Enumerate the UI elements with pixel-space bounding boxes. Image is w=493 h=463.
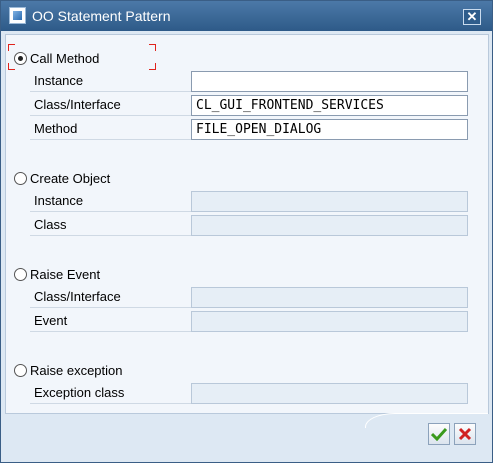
focus-bracket-bottom-right (149, 63, 156, 70)
pattern-options-panel: Call Method Instance Class/Interface CL_… (5, 34, 489, 414)
input-create-instance (191, 191, 468, 212)
label-exception-class: Exception class (30, 382, 192, 404)
input-create-class (191, 215, 468, 236)
dialog-footer (5, 413, 488, 459)
label-create-class: Class (30, 214, 192, 236)
radio-label-raise-event: Raise Event (30, 266, 101, 282)
radio-create-object[interactable]: Create Object (14, 169, 110, 187)
label-create-instance: Instance (30, 190, 192, 212)
radio-button-selected[interactable] (14, 51, 27, 65)
focus-bracket-top-right (149, 44, 156, 51)
label-call-method: Method (30, 118, 192, 140)
dialog-title: OO Statement Pattern (32, 8, 171, 24)
input-call-instance[interactable] (191, 71, 468, 92)
radio-raise-event[interactable]: Raise Event (14, 265, 100, 283)
label-event: Event (30, 310, 192, 332)
dialog-window: OO Statement Pattern ✕ Call Method Insta… (0, 0, 493, 463)
close-button[interactable]: ✕ (463, 9, 481, 25)
radio-button[interactable] (14, 363, 27, 377)
sap-window-icon (9, 7, 26, 24)
radio-button[interactable] (14, 267, 27, 281)
radio-label-call-method: Call Method (30, 50, 100, 66)
input-event-class-interface (191, 287, 468, 308)
label-event-class-interface: Class/Interface (30, 286, 192, 308)
radio-label-raise-exception: Raise exception (30, 362, 123, 378)
input-call-class-interface[interactable]: CL_GUI_FRONTEND_SERVICES (191, 95, 468, 116)
radio-button[interactable] (14, 171, 27, 185)
cancel-x-icon (458, 427, 472, 441)
cancel-button[interactable] (454, 423, 476, 445)
radio-label-create-object: Create Object (30, 170, 111, 186)
label-call-class-interface: Class/Interface (30, 94, 192, 116)
label-call-instance: Instance (30, 70, 192, 92)
radio-call-method[interactable]: Call Method (14, 49, 99, 67)
radio-raise-exception[interactable]: Raise exception (14, 361, 123, 379)
input-exception-class (191, 383, 468, 404)
title-bar[interactable]: OO Statement Pattern ✕ (1, 1, 492, 31)
ok-button[interactable] (428, 423, 450, 445)
input-event (191, 311, 468, 332)
input-call-method[interactable]: FILE_OPEN_DIALOG (191, 119, 468, 140)
checkmark-icon (431, 427, 447, 441)
